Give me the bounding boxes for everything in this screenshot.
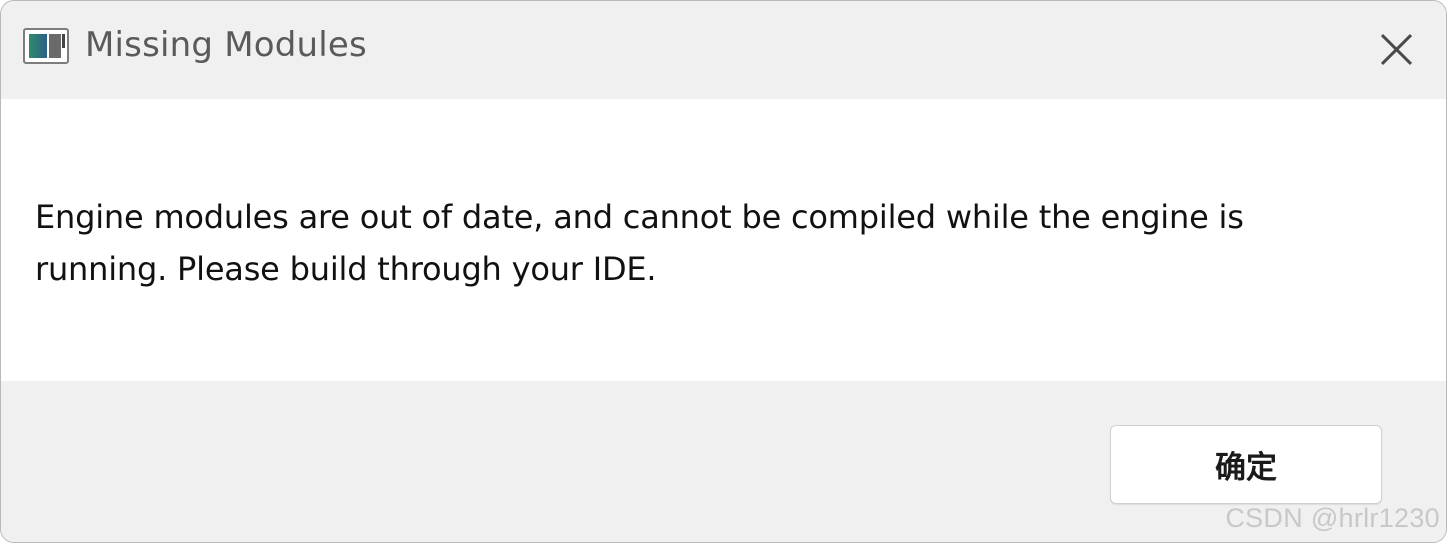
watermark-text: CSDN @hrlr1230: [1225, 503, 1440, 533]
title-bar[interactable]: Missing Modules: [1, 1, 1446, 98]
close-icon[interactable]: [1368, 21, 1424, 77]
error-message: Engine modules are out of date, and cann…: [35, 198, 1244, 288]
missing-modules-dialog: Missing Modules Engine modules are out o…: [0, 0, 1447, 543]
window-title: Missing Modules: [85, 25, 367, 65]
message-area: Engine modules are out of date, and cann…: [1, 99, 1446, 381]
ok-button[interactable]: 确定: [1110, 425, 1382, 504]
app-window-icon: [23, 28, 69, 64]
button-bar: 确定 CSDN @hrlr1230: [1, 381, 1446, 542]
